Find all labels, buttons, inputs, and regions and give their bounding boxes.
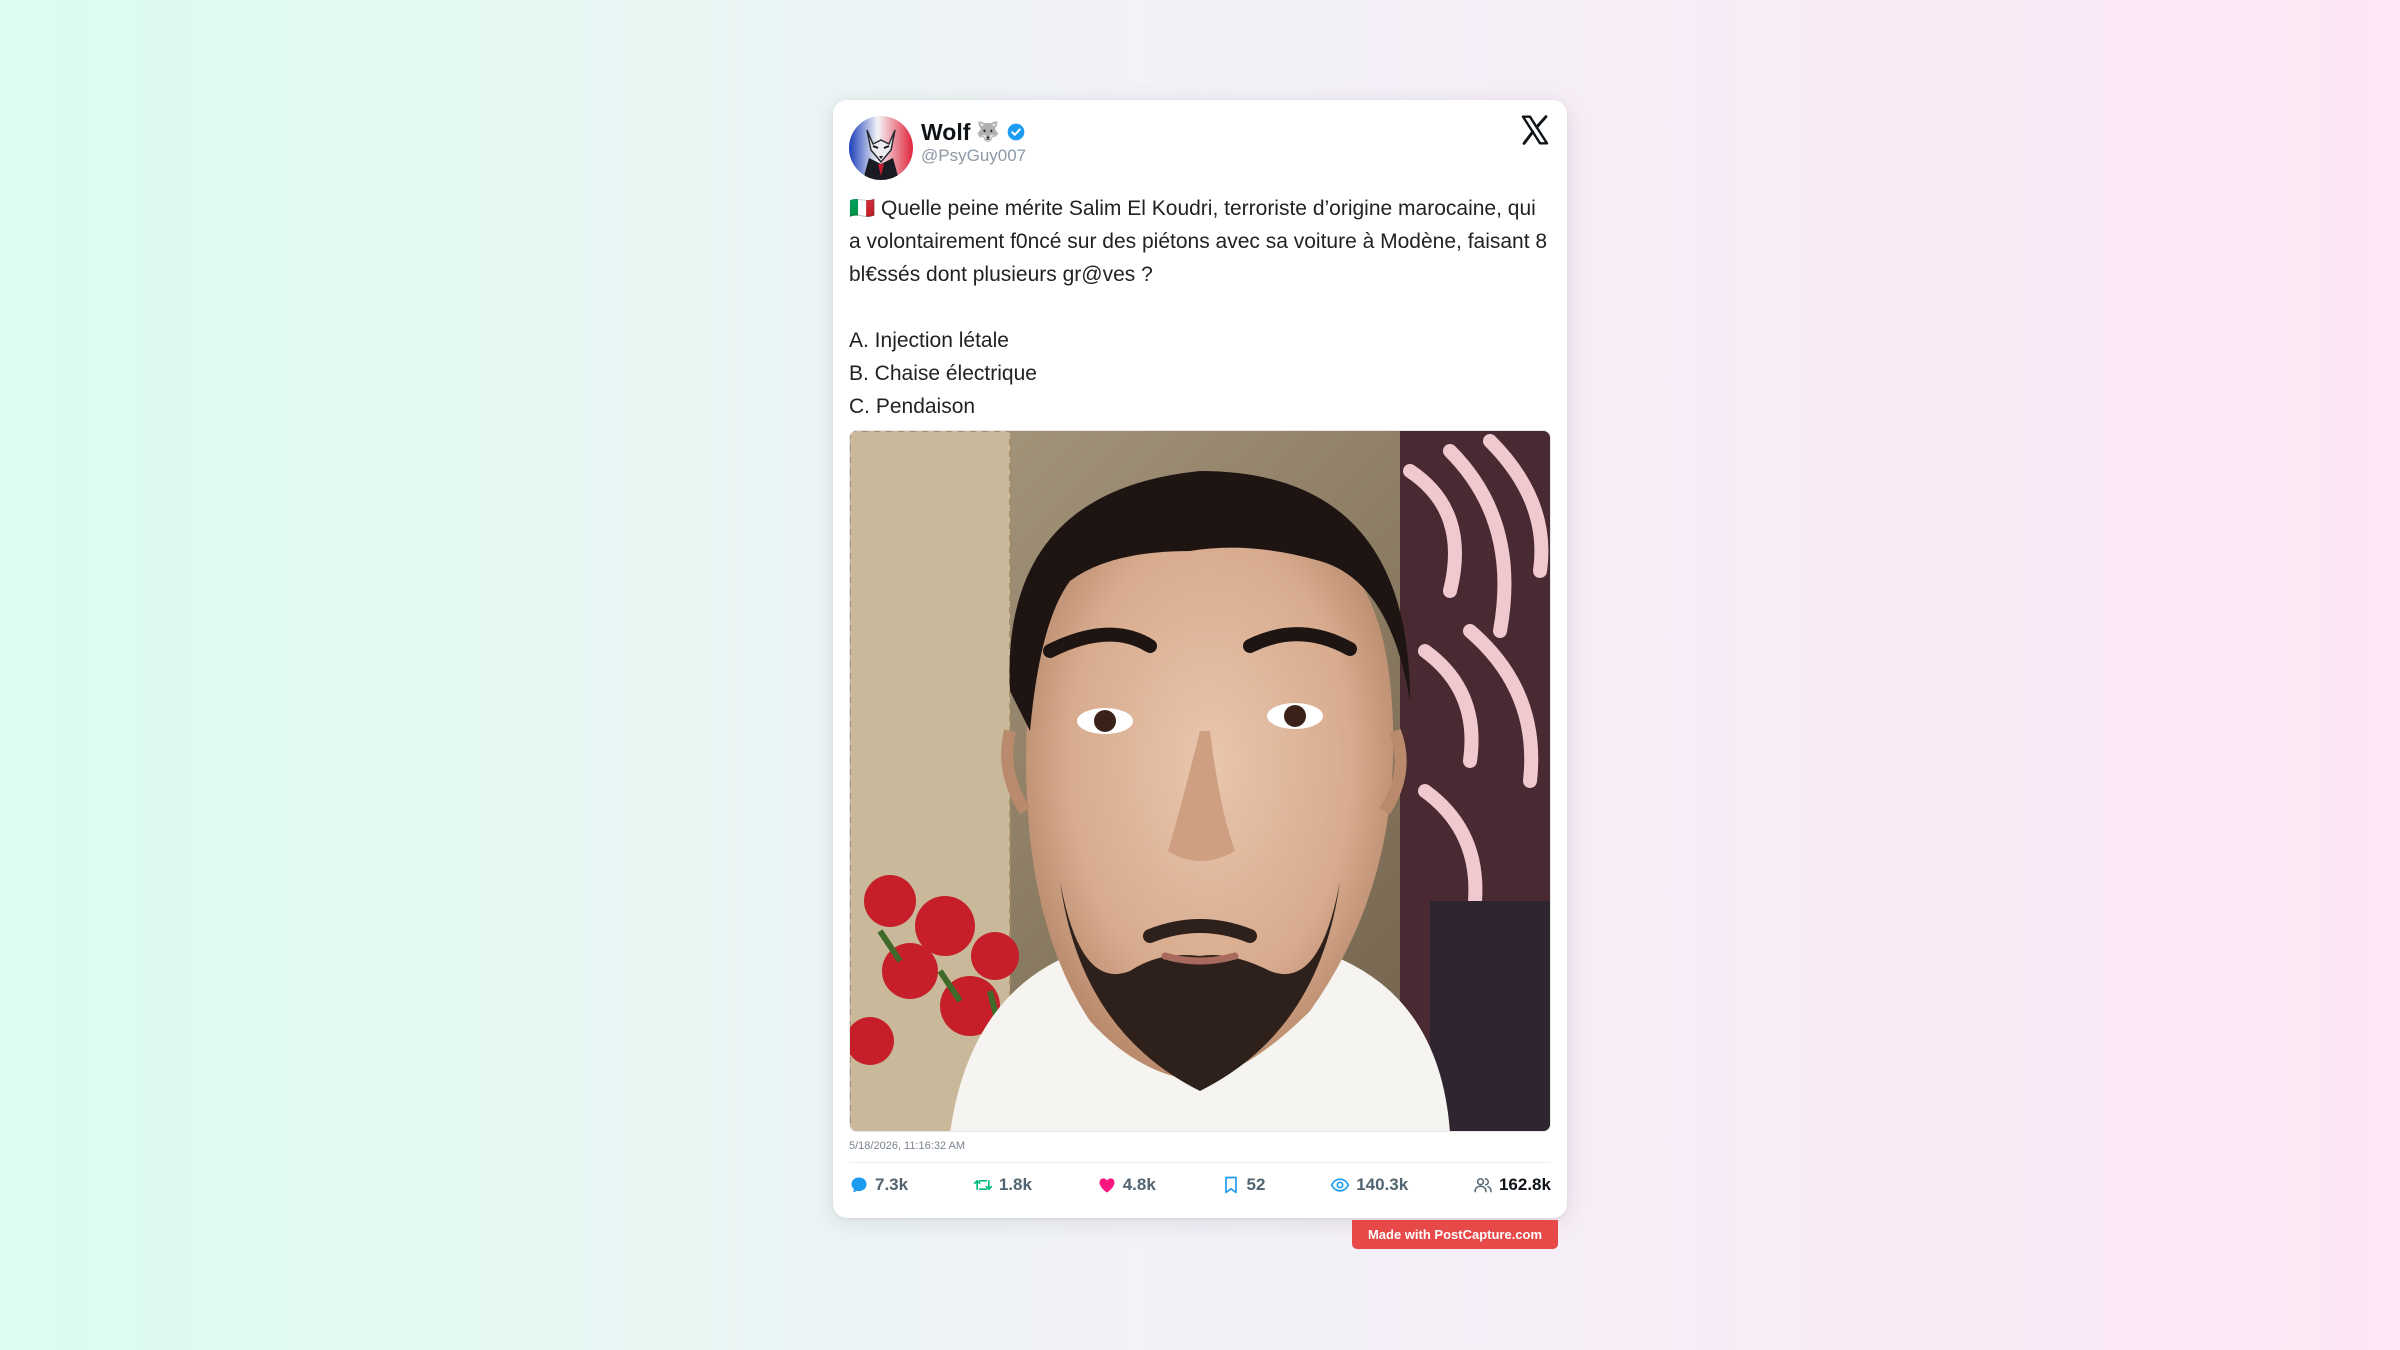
post-card: Wolf 🐺 @PsyGuy007 🇮🇹 Quelle peine mérite… (833, 100, 1567, 1218)
divider (849, 1162, 1551, 1163)
wolf-avatar-image (849, 116, 913, 180)
users-icon (1474, 1178, 1492, 1193)
option-c: C. Pendaison (849, 395, 976, 418)
bookmark-icon (1224, 1176, 1237, 1194)
repost-icon (973, 1180, 993, 1190)
like-count: 4.8k (1122, 1175, 1156, 1194)
bookmark-count: 52 (1246, 1175, 1266, 1194)
author-handle[interactable]: @PsyGuy007 (921, 146, 1026, 166)
x-logo-icon[interactable] (1519, 114, 1551, 146)
post-text: 🇮🇹 Quelle peine mérite Salim El Koudri, … (849, 192, 1549, 423)
bookmark-stat[interactable]: 52 (1221, 1175, 1266, 1195)
watermark-badge[interactable]: Made with PostCapture.com (1352, 1220, 1558, 1249)
like-stat[interactable]: 4.8k (1097, 1175, 1156, 1195)
option-a: A. Injection létale (849, 329, 1009, 352)
author-emoji: 🐺 (976, 122, 1001, 143)
views-count: 140.3k (1356, 1175, 1409, 1194)
reply-count: 7.3k (875, 1175, 909, 1194)
author-name[interactable]: Wolf (921, 119, 970, 146)
followers-stat[interactable]: 162.8k (1473, 1175, 1551, 1195)
heart-icon (1099, 1178, 1115, 1193)
eye-icon (1330, 1178, 1350, 1192)
author-row: Wolf 🐺 (921, 117, 1026, 147)
followers-count: 162.8k (1498, 1175, 1551, 1194)
post-timestamp: 5/18/2026, 11:16:32 AM (849, 1140, 965, 1152)
reply-stat[interactable]: 7.3k (849, 1175, 908, 1195)
post-question: 🇮🇹 Quelle peine mérite Salim El Koudri, … (849, 197, 1548, 286)
reply-icon (851, 1177, 867, 1193)
repost-stat[interactable]: 1.8k (973, 1175, 1032, 1195)
portrait-photo (850, 431, 1550, 1131)
option-b: B. Chaise électrique (849, 362, 1037, 385)
engagement-stats: 7.3k 1.8k 4.8k 52 140.3k 162.8k (849, 1170, 1551, 1200)
views-stat[interactable]: 140.3k (1330, 1175, 1408, 1195)
post-image[interactable] (849, 430, 1551, 1132)
repost-count: 1.8k (998, 1175, 1032, 1194)
avatar[interactable] (849, 116, 913, 180)
verified-badge-icon (1007, 123, 1025, 141)
